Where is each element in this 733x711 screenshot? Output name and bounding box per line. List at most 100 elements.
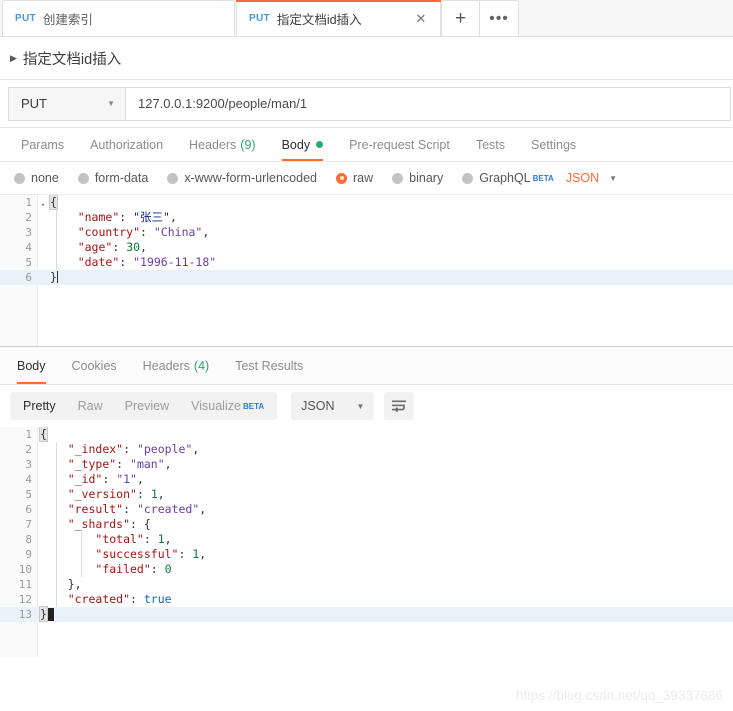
line-number: 5 — [25, 256, 32, 269]
code-line: 7 "_shards": { — [0, 517, 733, 532]
body-type-raw[interactable]: raw — [336, 171, 373, 185]
tab-tests[interactable]: Tests — [463, 128, 518, 161]
chevron-down-icon: ▼ — [356, 401, 365, 411]
line-number: 4 — [25, 473, 32, 486]
view-mode-visualize[interactable]: Visualize BETA — [180, 392, 275, 420]
line-number: 4 — [25, 241, 32, 254]
radio-label: x-www-form-urlencoded — [184, 171, 317, 185]
tab-params[interactable]: Params — [8, 128, 77, 161]
tab-label: Cookies — [71, 358, 117, 373]
text-cursor — [56, 271, 58, 283]
tab-label: Params — [21, 137, 65, 152]
request-url-input[interactable]: 127.0.0.1:9200/people/man/1 — [125, 86, 731, 121]
line-number: 3 — [25, 226, 32, 239]
line-number: 9 — [25, 548, 32, 561]
radio-icon — [14, 172, 25, 184]
response-tab-cookies[interactable]: Cookies — [59, 347, 130, 384]
close-icon[interactable]: ✕ — [414, 12, 428, 26]
watermark-text: https://blog.csdn.net/qq_39337886 — [515, 688, 723, 703]
line-number: 7 — [25, 518, 32, 531]
response-toolbar: Pretty Raw Preview Visualize BETA JSON ▼ — [0, 385, 733, 427]
tab-label: Body — [281, 137, 311, 152]
response-view-mode-group: Pretty Raw Preview Visualize BETA — [10, 392, 278, 420]
code-line: 2 "_index": "people", — [0, 442, 733, 457]
body-format-value: JSON — [565, 171, 600, 185]
request-body-editor[interactable]: 1 ▾{2 "name": "张三", 3 "country": "China", 4… — [0, 195, 733, 347]
beta-badge: BETA — [532, 173, 554, 183]
view-mode-raw[interactable]: Raw — [67, 392, 114, 420]
view-mode-label: Preview — [124, 399, 170, 413]
http-method-select[interactable]: PUT ▼ — [8, 86, 125, 121]
code-line: 6 "result": "created", — [0, 502, 733, 517]
view-mode-pretty[interactable]: Pretty — [12, 392, 67, 420]
code-text: } — [50, 270, 58, 284]
tab-settings[interactable]: Settings — [518, 128, 589, 161]
headers-count-badge: (9) — [240, 137, 256, 152]
chevron-right-icon[interactable]: ▶ — [10, 53, 17, 64]
response-body-viewer[interactable]: 1{2 "_index": "people", 3 "_type": "man",… — [0, 427, 733, 657]
radio-icon — [167, 172, 179, 184]
code-text: { — [49, 195, 58, 210]
request-tab-1[interactable]: PUT 创建索引 — [2, 0, 235, 36]
response-tab-body[interactable]: Body — [4, 347, 59, 384]
more-options-icon[interactable]: ••• — [480, 0, 519, 36]
body-type-form-data[interactable]: form-data — [77, 171, 149, 185]
code-text: "result": "created", — [67, 502, 207, 516]
tab-title-label: 创建索引 — [42, 13, 93, 27]
radio-icon — [77, 172, 89, 184]
code-text: "country": "China", — [77, 225, 210, 239]
word-wrap-icon — [392, 400, 407, 413]
line-number: 1 — [25, 196, 32, 209]
body-type-none[interactable]: none — [14, 171, 59, 185]
code-line: 5 "_version": 1, — [0, 487, 733, 502]
request-tab-2[interactable]: PUT 指定文档id插入 ✕ — [236, 0, 441, 36]
radio-label: form-data — [94, 171, 149, 185]
tab-authorization[interactable]: Authorization — [77, 128, 176, 161]
body-type-selector: none form-data x-www-form-urlencoded raw… — [0, 162, 733, 195]
line-number: 12 — [18, 593, 32, 606]
radio-label: binary — [409, 171, 444, 185]
request-tab-strip: PUT 创建索引 PUT 指定文档id插入 ✕ + ••• — [0, 0, 733, 37]
tab-label: Headers — [189, 137, 237, 152]
tab-label: Tests — [475, 137, 505, 152]
line-number: 13 — [18, 608, 32, 621]
page-title: 指定文档id插入 — [22, 51, 122, 68]
radio-label: GraphQL — [479, 171, 531, 185]
breadcrumb: ▶ 指定文档id插入 — [0, 37, 733, 80]
code-text: "_type": "man", — [67, 457, 172, 471]
word-wrap-toggle-button[interactable] — [384, 392, 415, 420]
tab-body[interactable]: Body — [269, 128, 337, 161]
code-text: "_version": 1, — [67, 487, 165, 501]
code-line: 5 "date": "1996-11-18" — [0, 255, 733, 270]
response-tab-headers[interactable]: Headers (4) — [130, 347, 223, 384]
code-text: "created": true — [67, 592, 172, 606]
new-tab-button[interactable]: + — [441, 0, 480, 36]
code-line: 6} — [0, 270, 733, 285]
line-number: 3 — [25, 458, 32, 471]
response-format-dropdown[interactable]: JSON ▼ — [291, 392, 375, 420]
body-type-binary[interactable]: binary — [392, 171, 443, 185]
body-format-dropdown[interactable]: JSON ▼ — [566, 171, 617, 185]
code-text: "age": 30, — [77, 240, 147, 254]
view-mode-label: Raw — [77, 399, 103, 413]
http-method-value: PUT — [21, 96, 47, 111]
tab-headers[interactable]: Headers (9) — [176, 128, 269, 161]
line-number: 5 — [25, 488, 32, 501]
response-tab-test-results[interactable]: Test Results — [222, 347, 316, 384]
tab-label: Body — [17, 358, 46, 373]
tab-pre-request-script[interactable]: Pre-request Script — [336, 128, 463, 161]
body-type-x-www-form-urlencoded[interactable]: x-www-form-urlencoded — [167, 171, 317, 185]
code-line: 1 ▾{ — [0, 195, 733, 210]
code-text: "date": "1996-11-18" — [77, 255, 217, 269]
tab-title-label: 指定文档id插入 — [276, 13, 362, 27]
view-mode-preview[interactable]: Preview — [114, 392, 180, 420]
chevron-down-icon: ▼ — [107, 99, 115, 108]
response-headers-count-badge: (4) — [193, 358, 210, 373]
body-type-graphql[interactable]: GraphQL BETA — [462, 171, 554, 185]
code-line: 11 }, — [0, 577, 733, 592]
radio-icon — [392, 172, 404, 184]
request-code-lines: 1 ▾{2 "name": "张三", 3 "country": "China", 4… — [0, 195, 733, 285]
code-text: }, — [67, 577, 82, 591]
